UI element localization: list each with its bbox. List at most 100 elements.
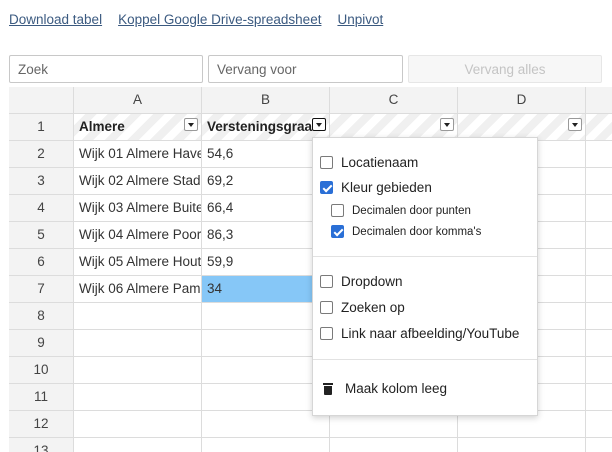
cell-a3[interactable]: Wijk 02 Almere Stad	[74, 168, 202, 195]
replace-input[interactable]	[208, 55, 403, 83]
cell-e2[interactable]	[586, 141, 612, 168]
cell-b3[interactable]: 69,2	[202, 168, 330, 195]
row-number[interactable]: 8	[9, 303, 74, 330]
cell-b4[interactable]: 66,4	[202, 195, 330, 222]
column-d-dropdown-button[interactable]	[568, 118, 582, 131]
menu-item-locatienaam[interactable]: Locatienaam	[320, 155, 418, 170]
row-number[interactable]: 11	[9, 384, 74, 411]
menu-item-label: Locatienaam	[341, 155, 419, 170]
checkbox-checked[interactable]	[331, 225, 344, 238]
cell-empty[interactable]	[202, 438, 330, 452]
cell-empty[interactable]	[74, 438, 202, 452]
cell-empty[interactable]	[202, 411, 330, 438]
menu-item-label: Decimalen door punten	[352, 204, 471, 217]
menu-item-label: Kleur gebieden	[341, 180, 432, 195]
column-a-dropdown-button[interactable]	[184, 118, 198, 131]
cell-empty[interactable]	[202, 330, 330, 357]
column-c-dropdown-button[interactable]	[440, 118, 454, 131]
cell-empty[interactable]	[74, 384, 202, 411]
header-cell-a1[interactable]: Almere	[74, 114, 202, 141]
row-number[interactable]: 7	[9, 276, 74, 303]
menu-item-dropdown[interactable]: Dropdown	[320, 274, 403, 289]
caret-down-icon	[444, 122, 450, 127]
column-header-a[interactable]: A	[74, 87, 202, 114]
menu-item-label: Decimalen door komma's	[352, 225, 482, 238]
header-cell-e1[interactable]	[586, 114, 612, 141]
cell-empty[interactable]	[202, 384, 330, 411]
cell-a6[interactable]: Wijk 05 Almere Hout	[74, 249, 202, 276]
row-number[interactable]: 13	[9, 438, 74, 452]
cell-empty[interactable]	[586, 330, 612, 357]
toolbar-links: Download tabel Koppel Google Drive-sprea…	[9, 12, 383, 27]
column-header-d[interactable]: D	[458, 87, 586, 114]
cell-b5[interactable]: 86,3	[202, 222, 330, 249]
menu-item-label: Link naar afbeelding/YouTube	[341, 326, 520, 341]
row-number[interactable]: 5	[9, 222, 74, 249]
cell-b7-selected[interactable]: 34	[202, 276, 330, 303]
cell-e6[interactable]	[586, 249, 612, 276]
replace-all-button[interactable]: Vervang alles	[408, 55, 602, 83]
row-number[interactable]: 12	[9, 411, 74, 438]
cell-empty[interactable]	[202, 303, 330, 330]
trash-icon	[323, 382, 333, 395]
column-header-e[interactable]	[586, 87, 612, 114]
cell-empty[interactable]	[458, 438, 586, 452]
cell-empty[interactable]	[74, 357, 202, 384]
menu-divider	[313, 256, 537, 257]
caret-down-icon	[572, 122, 578, 127]
row-number[interactable]: 3	[9, 168, 74, 195]
row-number[interactable]: 2	[9, 141, 74, 168]
row-number[interactable]: 1	[9, 114, 74, 141]
header-cell-a1-text: Almere	[79, 119, 125, 134]
row-number[interactable]: 4	[9, 195, 74, 222]
row-number[interactable]: 10	[9, 357, 74, 384]
cell-a7[interactable]: Wijk 06 Almere Pampus	[74, 276, 202, 303]
header-cell-b1[interactable]: Versteningsgraad	[202, 114, 330, 141]
checkbox-unchecked[interactable]	[320, 327, 333, 340]
download-table-link[interactable]: Download tabel	[9, 12, 102, 27]
row-number[interactable]: 9	[9, 330, 74, 357]
cell-empty[interactable]	[586, 438, 612, 452]
checkbox-unchecked[interactable]	[331, 204, 344, 217]
menu-item-decimalen-kommas[interactable]: Decimalen door komma's	[331, 225, 481, 238]
cell-empty[interactable]	[74, 411, 202, 438]
cell-e5[interactable]	[586, 222, 612, 249]
cell-e3[interactable]	[586, 168, 612, 195]
cell-e4[interactable]	[586, 195, 612, 222]
cell-empty[interactable]	[586, 384, 612, 411]
checkbox-unchecked[interactable]	[320, 275, 333, 288]
header-cell-b1-text: Versteningsgraad	[207, 119, 321, 134]
checkbox-unchecked[interactable]	[320, 156, 333, 169]
menu-item-decimalen-punten[interactable]: Decimalen door punten	[331, 204, 471, 217]
column-options-menu: Locatienaam Kleur gebieden Decimalen doo…	[312, 137, 538, 416]
column-header-c[interactable]: C	[330, 87, 458, 114]
menu-item-zoeken-op[interactable]: Zoeken op	[320, 300, 405, 315]
row-number[interactable]: 6	[9, 249, 74, 276]
connect-google-drive-link[interactable]: Koppel Google Drive-spreadsheet	[118, 12, 321, 27]
cell-a2[interactable]: Wijk 01 Almere Haven	[74, 141, 202, 168]
cell-b6[interactable]: 59,9	[202, 249, 330, 276]
column-header-b[interactable]: B	[202, 87, 330, 114]
cell-a4[interactable]: Wijk 03 Almere Buiten	[74, 195, 202, 222]
checkbox-checked[interactable]	[320, 181, 333, 194]
menu-item-label: Dropdown	[341, 274, 403, 289]
cell-empty[interactable]	[202, 357, 330, 384]
find-input[interactable]	[9, 55, 203, 83]
checkbox-unchecked[interactable]	[320, 301, 333, 314]
cell-empty[interactable]	[586, 411, 612, 438]
menu-item-label: Zoeken op	[341, 300, 405, 315]
menu-item-maak-kolom-leeg[interactable]: Maak kolom leeg	[323, 381, 447, 396]
search-replace-bar: Vervang alles	[9, 55, 602, 83]
unpivot-link[interactable]: Unpivot	[337, 12, 383, 27]
cell-e7[interactable]	[586, 276, 612, 303]
cell-empty[interactable]	[74, 330, 202, 357]
cell-empty[interactable]	[586, 303, 612, 330]
menu-item-link-afbeelding[interactable]: Link naar afbeelding/YouTube	[320, 326, 519, 341]
column-b-dropdown-button[interactable]	[312, 118, 326, 131]
cell-b2[interactable]: 54,6	[202, 141, 330, 168]
cell-empty[interactable]	[74, 303, 202, 330]
menu-item-kleur-gebieden[interactable]: Kleur gebieden	[320, 180, 432, 195]
cell-empty[interactable]	[330, 438, 458, 452]
cell-a5[interactable]: Wijk 04 Almere Poort	[74, 222, 202, 249]
cell-empty[interactable]	[586, 357, 612, 384]
